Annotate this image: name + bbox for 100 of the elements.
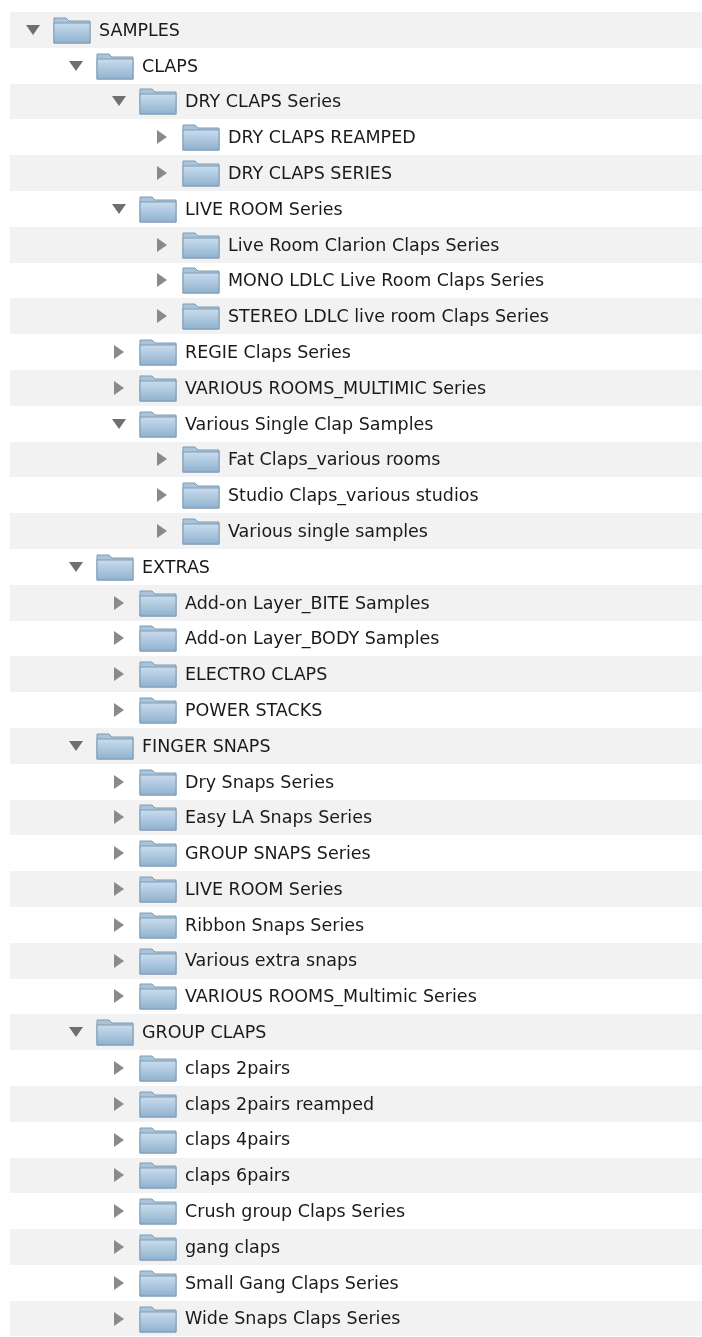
folder-name: Studio Claps_various studios <box>228 484 479 508</box>
folder-icon <box>138 659 178 690</box>
folder-row[interactable]: VARIOUS ROOMS_MULTIMIC Series <box>10 369 702 406</box>
folder-icon <box>138 909 178 940</box>
folder-row[interactable]: Fat Claps_various rooms <box>10 441 702 478</box>
collapsed-triangle-icon[interactable] <box>157 488 167 503</box>
collapsed-triangle-icon[interactable] <box>114 1240 124 1254</box>
expanded-triangle-icon[interactable] <box>69 740 83 751</box>
folder-name: SAMPLES <box>99 18 180 42</box>
folder-icon <box>138 695 178 726</box>
folder-row[interactable]: STEREO LDLC live room Claps Series <box>10 298 702 335</box>
expanded-triangle-icon[interactable] <box>69 561 83 572</box>
folder-icon <box>181 516 221 547</box>
folder-row[interactable]: GROUP CLAPS <box>10 1014 702 1051</box>
folder-icon <box>138 86 178 117</box>
collapsed-triangle-icon[interactable] <box>114 631 124 646</box>
collapsed-triangle-icon[interactable] <box>114 1168 124 1183</box>
folder-name: DRY CLAPS SERIES <box>228 161 392 185</box>
folder-icon <box>138 1267 178 1298</box>
collapsed-triangle-icon[interactable] <box>114 989 124 1004</box>
folder-icon <box>138 838 178 869</box>
folder-row[interactable]: claps 2pairs reamped <box>10 1085 702 1122</box>
folder-row[interactable]: Wide Snaps Claps Series <box>10 1300 702 1337</box>
folder-name: Dry Snaps Series <box>185 770 335 794</box>
folder-icon <box>138 372 178 403</box>
collapsed-triangle-icon[interactable] <box>114 953 124 968</box>
collapsed-triangle-icon[interactable] <box>114 774 124 789</box>
folder-name: claps 4pairs <box>185 1128 291 1152</box>
folder-row[interactable]: claps 6pairs <box>10 1157 702 1194</box>
collapsed-triangle-icon[interactable] <box>114 1275 124 1290</box>
collapsed-triangle-icon[interactable] <box>114 882 124 896</box>
folder-name: Fat Claps_various rooms <box>228 448 441 472</box>
folder-name: claps 6pairs <box>185 1164 291 1188</box>
folder-name: Live Room Clarion Claps Series <box>228 233 500 257</box>
folder-name: Crush group Claps Series <box>185 1200 406 1224</box>
expanded-triangle-icon[interactable] <box>112 96 126 107</box>
collapsed-triangle-icon[interactable] <box>114 1132 124 1147</box>
expanded-triangle-icon[interactable] <box>69 60 83 71</box>
folder-icon <box>52 14 92 45</box>
collapsed-triangle-icon[interactable] <box>114 1204 124 1219</box>
folder-icon <box>181 444 221 475</box>
folder-icon <box>138 1160 178 1191</box>
collapsed-triangle-icon[interactable] <box>114 380 124 395</box>
folder-name: claps 2pairs reamped <box>185 1092 375 1116</box>
folder-row[interactable]: LIVE ROOM Series <box>10 871 702 907</box>
folder-row[interactable]: Various single samples <box>10 513 702 549</box>
folder-icon <box>95 50 135 81</box>
folder-name: Various single samples <box>228 519 428 543</box>
collapsed-triangle-icon[interactable] <box>114 846 124 861</box>
folder-row[interactable]: DRY CLAPS SERIES <box>10 155 702 191</box>
collapsed-triangle-icon[interactable] <box>157 130 167 145</box>
folder-name: POWER STACKS <box>185 698 323 722</box>
folder-icon <box>138 945 178 976</box>
folder-name: Various Single Clap Samples <box>185 412 434 436</box>
collapsed-triangle-icon[interactable] <box>114 667 124 682</box>
folder-icon <box>181 301 221 332</box>
collapsed-triangle-icon[interactable] <box>157 237 167 252</box>
expanded-triangle-icon[interactable] <box>112 203 126 214</box>
folder-icon <box>181 480 221 511</box>
expanded-triangle-icon[interactable] <box>69 1027 83 1038</box>
folder-icon <box>138 766 178 797</box>
folder-name: gang claps <box>185 1235 281 1259</box>
collapsed-triangle-icon[interactable] <box>114 1311 124 1326</box>
collapsed-triangle-icon[interactable] <box>114 345 124 360</box>
collapsed-triangle-icon[interactable] <box>114 810 124 825</box>
collapsed-triangle-icon[interactable] <box>157 273 167 288</box>
expanded-triangle-icon[interactable] <box>112 418 126 429</box>
folder-row[interactable]: DRY CLAPS Series <box>10 83 702 120</box>
folder-name: GROUP SNAPS Series <box>185 842 371 866</box>
collapsed-triangle-icon[interactable] <box>157 524 167 539</box>
folder-row[interactable]: SAMPLES <box>10 12 702 48</box>
folder-name: LIVE ROOM Series <box>185 197 343 221</box>
collapsed-triangle-icon[interactable] <box>114 1096 124 1111</box>
collapsed-triangle-icon[interactable] <box>114 703 124 718</box>
folder-icon <box>138 408 178 439</box>
collapsed-triangle-icon[interactable] <box>157 166 167 181</box>
folder-name: ELECTRO CLAPS <box>185 663 328 687</box>
collapsed-triangle-icon[interactable] <box>157 309 167 324</box>
folder-icon <box>138 874 178 904</box>
folder-icon <box>138 587 178 618</box>
folder-row[interactable]: Easy LA Snaps Series <box>10 799 702 836</box>
expanded-triangle-icon[interactable] <box>26 24 40 35</box>
collapsed-triangle-icon[interactable] <box>114 595 124 610</box>
folder-row[interactable]: Various extra snaps <box>10 942 702 979</box>
collapsed-triangle-icon[interactable] <box>114 1061 124 1075</box>
folder-row[interactable]: ELECTRO CLAPS <box>10 656 702 693</box>
folder-name: REGIE Claps Series <box>185 340 351 364</box>
folder-row[interactable]: Add-on Layer_BITE Samples <box>10 584 702 621</box>
folder-row[interactable]: FINGER SNAPS <box>10 727 702 764</box>
folder-name: FINGER SNAPS <box>142 734 271 758</box>
folder-name: DRY CLAPS Series <box>185 90 342 114</box>
folder-icon <box>138 1196 178 1227</box>
folder-name: Ribbon Snaps Series <box>185 913 365 937</box>
folder-icon <box>138 623 178 654</box>
folder-name: Small Gang Claps Series <box>185 1271 399 1295</box>
folder-name: EXTRAS <box>142 555 210 579</box>
folder-row[interactable]: Live Room Clarion Claps Series <box>10 226 702 263</box>
folder-row[interactable]: gang claps <box>10 1229 702 1265</box>
collapsed-triangle-icon[interactable] <box>157 452 167 467</box>
collapsed-triangle-icon[interactable] <box>114 917 124 932</box>
